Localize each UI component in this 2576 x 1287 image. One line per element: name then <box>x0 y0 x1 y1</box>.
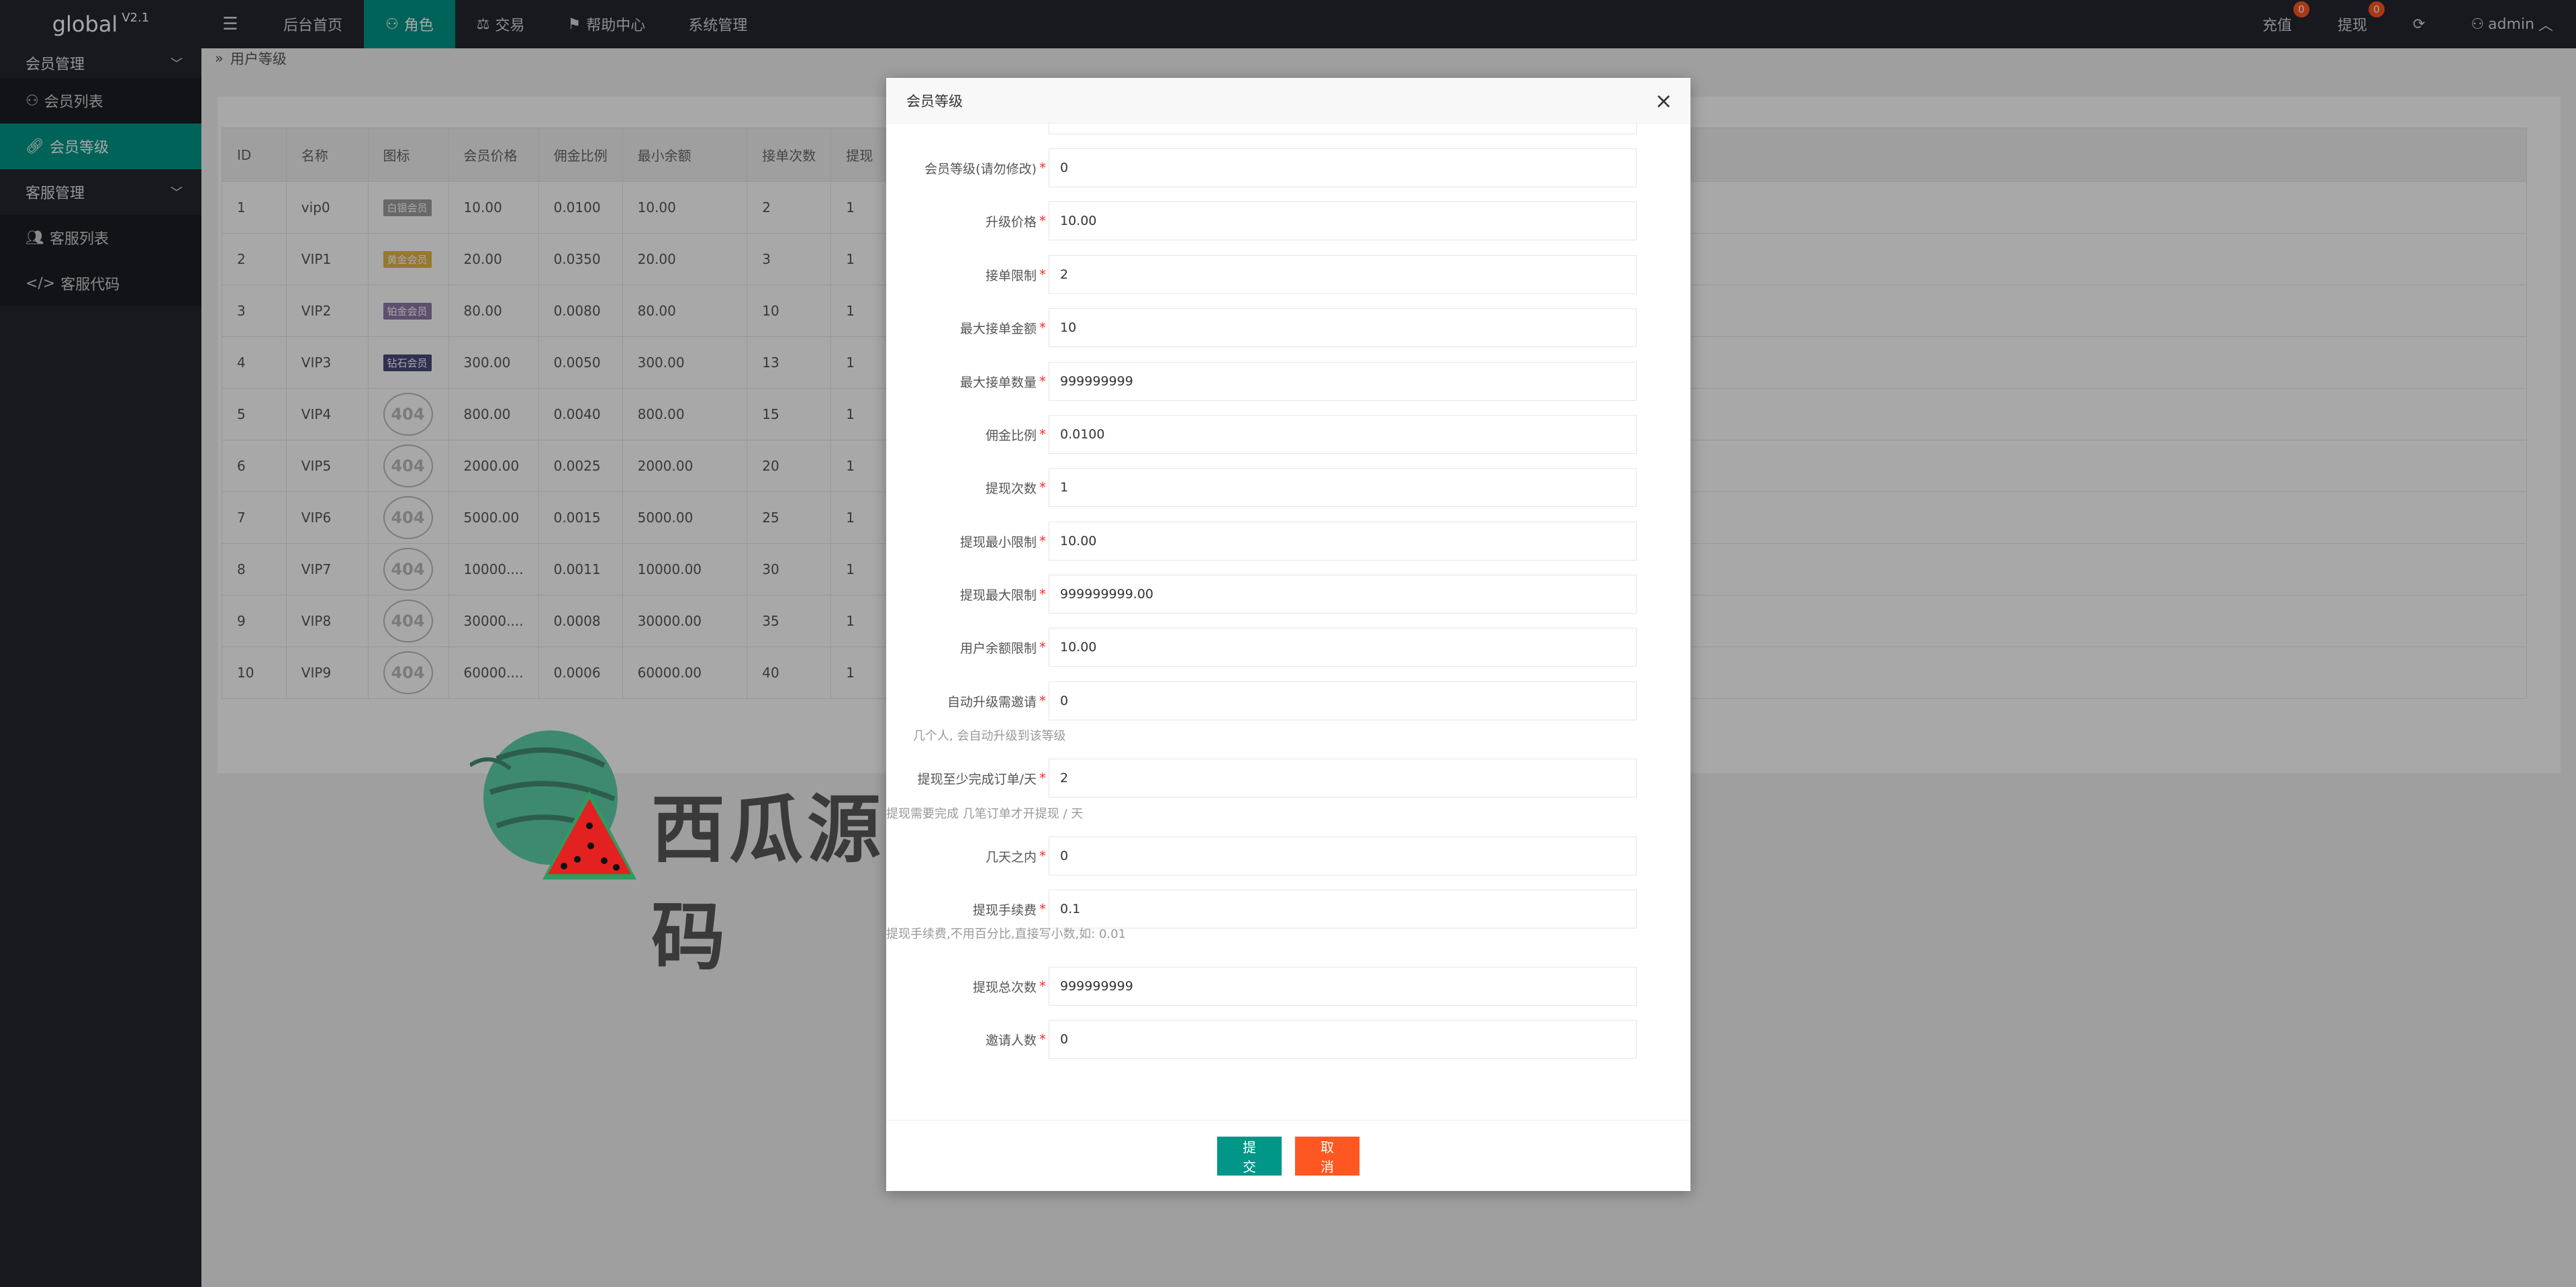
field-label-text: 提现最小限制 <box>959 534 1037 550</box>
required-mark: * <box>1039 693 1046 709</box>
field-input[interactable] <box>1049 362 1637 401</box>
required-mark: * <box>1039 901 1046 917</box>
field-label: 几天之内 * <box>986 837 1046 875</box>
field-hint: 提现需要完成 几笔订单才开提现 / 天 <box>886 807 1084 821</box>
required-mark: * <box>1039 320 1046 336</box>
form-row: 提现最大限制 * <box>886 575 1690 614</box>
field-label: 最大接单数量 * <box>960 362 1046 401</box>
dialog-header: 会员等级 <box>886 78 1690 124</box>
required-mark: * <box>1039 770 1046 786</box>
field-input[interactable] <box>1049 124 1637 134</box>
field-label: 提现手续费 * <box>973 890 1046 928</box>
field-label-text: 几天之内 <box>985 849 1037 865</box>
required-mark: * <box>1039 479 1046 495</box>
cancel-button[interactable]: 取消 <box>1295 1136 1359 1176</box>
field-label: 升级价格 * <box>986 201 1046 240</box>
form-row: 等级名称 <box>886 124 1690 134</box>
form-row: 几天之内 * <box>886 837 1690 875</box>
form-row: 最大接单数量 * <box>886 362 1690 401</box>
field-input[interactable] <box>1049 522 1637 561</box>
form-row: 佣金比例 * <box>886 415 1690 454</box>
watermark: 西瓜源码 <box>469 718 940 980</box>
field-label-text: 用户余额限制 <box>959 640 1037 656</box>
form-row: 用户余额限制 * <box>886 628 1690 667</box>
required-mark: * <box>1039 373 1046 389</box>
form-row: 升级价格 * <box>886 201 1690 240</box>
field-label: 自动升级需邀请 * <box>947 681 1046 720</box>
required-mark: * <box>1039 213 1046 229</box>
level-edit-dialog: 会员等级 × 等级名称会员等级(请勿修改)*升级价格*接单限制*最大接单金额*最… <box>886 78 1690 1191</box>
form-row: 邀请人数 * <box>886 1020 1690 1059</box>
field-label-text: 邀请人数 <box>985 1033 1037 1048</box>
dialog-form: 等级名称会员等级(请勿修改)*升级价格*接单限制*最大接单金额*最大接单数量*佣… <box>886 124 1690 1090</box>
field-label: 提现总次数 * <box>973 967 1046 1006</box>
form-row: 提现次数 * <box>886 468 1690 507</box>
field-input[interactable] <box>1049 308 1637 347</box>
form-row: 最大接单金额 * <box>886 308 1690 347</box>
form-row: 提现总次数 * <box>886 967 1690 1006</box>
field-input[interactable] <box>1049 148 1637 187</box>
form-row: 提现手续费 * <box>886 890 1690 928</box>
field-input[interactable] <box>1049 1020 1637 1059</box>
field-input[interactable] <box>1049 681 1637 720</box>
form-row: 会员等级(请勿修改) * <box>886 148 1690 187</box>
field-label: 提现最小限制 * <box>960 522 1046 561</box>
field-label-text: 最大接单数量 <box>959 375 1037 390</box>
field-input[interactable] <box>1049 628 1637 667</box>
field-label-text: 升级价格 <box>985 214 1037 230</box>
field-label-text: 提现总次数 <box>972 980 1037 995</box>
field-label: 最大接单金额 * <box>960 308 1046 347</box>
field-label: 等级名称 <box>995 124 1046 134</box>
form-row: 提现至少完成订单/天 * <box>886 759 1690 798</box>
watermelon-icon <box>469 730 636 879</box>
field-label: 提现至少完成订单/天 * <box>918 759 1046 798</box>
field-label: 接单限制 * <box>986 255 1046 294</box>
field-hint: 提现手续费,不用百分比,直接写小数,如: 0.01 <box>886 927 1127 941</box>
field-input[interactable] <box>1049 201 1637 240</box>
required-mark: * <box>1039 848 1046 864</box>
required-mark: * <box>1039 1031 1046 1047</box>
required-mark: * <box>1039 978 1046 994</box>
dialog-footer: 提交 取消 <box>886 1120 1690 1191</box>
required-mark: * <box>1039 160 1046 176</box>
form-row: 自动升级需邀请 * <box>886 681 1690 720</box>
field-label-text: 提现次数 <box>985 481 1037 496</box>
close-icon[interactable]: × <box>1652 88 1676 113</box>
form-row: 提现最小限制 * <box>886 522 1690 561</box>
field-label: 佣金比例 * <box>986 415 1046 454</box>
field-label-text: 自动升级需邀请 <box>947 694 1037 710</box>
field-label: 会员等级(请勿修改) * <box>924 148 1046 187</box>
field-label: 邀请人数 * <box>986 1020 1046 1059</box>
field-input[interactable] <box>1049 575 1637 614</box>
field-input[interactable] <box>1049 255 1637 294</box>
field-input[interactable] <box>1049 415 1637 454</box>
dialog-title: 会员等级 <box>906 93 963 109</box>
field-input[interactable] <box>1049 967 1637 1006</box>
field-label: 用户余额限制 * <box>960 628 1046 667</box>
field-label-text: 会员等级(请勿修改) <box>924 161 1037 177</box>
field-hint: 几个人, 会自动升级到该等级 <box>913 729 1066 743</box>
field-label: 提现次数 * <box>986 468 1046 507</box>
field-label-text: 提现手续费 <box>972 902 1037 918</box>
required-mark: * <box>1039 267 1046 283</box>
field-label-text: 最大接单金额 <box>959 321 1037 336</box>
required-mark: * <box>1039 426 1046 442</box>
field-input[interactable] <box>1049 837 1637 875</box>
field-label: 提现最大限制 * <box>960 575 1046 614</box>
field-input[interactable] <box>1049 468 1637 507</box>
field-input[interactable] <box>1049 759 1637 798</box>
field-label-text: 提现最大限制 <box>959 587 1037 603</box>
field-input[interactable] <box>1049 890 1637 928</box>
required-mark: * <box>1039 639 1046 655</box>
form-row: 接单限制 * <box>886 255 1690 294</box>
field-label-text: 接单限制 <box>985 268 1037 283</box>
required-mark: * <box>1039 586 1046 602</box>
field-label-text: 佣金比例 <box>985 428 1037 443</box>
field-label-text: 提现至少完成订单/天 <box>917 771 1037 787</box>
required-mark: * <box>1039 533 1046 549</box>
submit-button[interactable]: 提交 <box>1217 1136 1282 1176</box>
